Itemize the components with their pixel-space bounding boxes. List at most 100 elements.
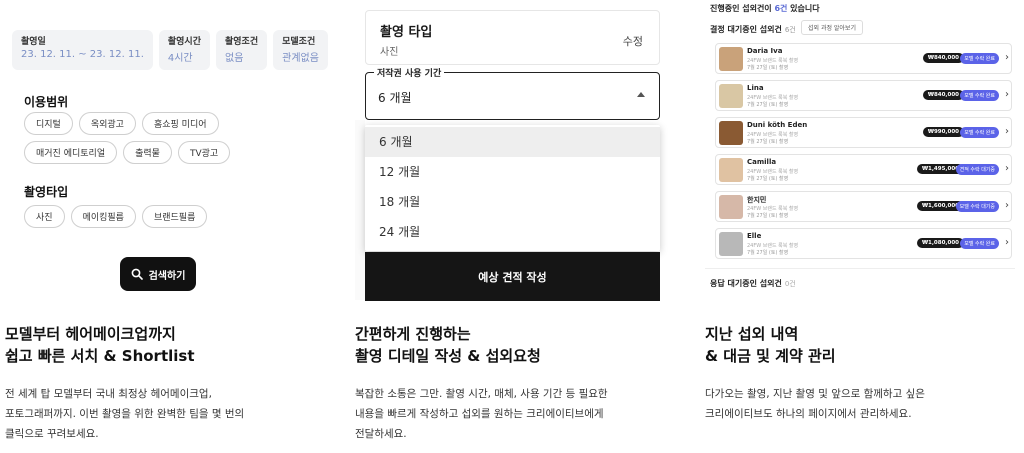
chevron-right-icon: › <box>1005 237 1009 248</box>
booking-card[interactable]: Daria Iva 24FW 브랜드 룩북 촬영 7월 27일 (토) 촬영 ₩… <box>715 43 1012 74</box>
shoot-date: 7월 27일 (토) 촬영 <box>747 213 789 219</box>
ongoing-count: 6건 <box>774 4 788 13</box>
caption-description: 다가오는 촬영, 지난 촬영 및 앞으로 함께하고 싶은 크리에이티브도 하나의… <box>705 384 925 424</box>
ongoing-header: 진행중인 섭외건이 6건 있습니다 <box>710 3 820 14</box>
booking-card[interactable]: Lina 24FW 브랜드 룩북 촬영 7월 27일 (토) 촬영 ₩840,0… <box>715 80 1012 111</box>
caret-up-icon <box>637 92 645 97</box>
type-chips: 사진 메이킹필름 브랜드필름 <box>24 205 314 228</box>
status-badge: 모델 수락 대기중 <box>955 201 999 212</box>
chip-usage[interactable]: 매거진 에디토리얼 <box>24 141 118 164</box>
model-name: Daria Iva <box>747 47 783 55</box>
chip-usage[interactable]: 디지털 <box>24 112 73 135</box>
caption-title-line: 간편하게 진행하는 <box>355 325 471 343</box>
chip-usage[interactable]: 출력물 <box>123 141 172 164</box>
chevron-right-icon: › <box>1005 163 1009 174</box>
project-desc: 24FW 브랜드 룩북 촬영 <box>747 243 799 249</box>
edit-link[interactable]: 수정 <box>623 33 643 49</box>
chip-type[interactable]: 사진 <box>24 205 65 228</box>
price-badge: ₩990,000 <box>922 127 964 137</box>
chip-type[interactable]: 브랜드필름 <box>141 205 208 228</box>
project-desc: 24FW 브랜드 룩북 촬영 <box>747 58 799 64</box>
model-name: 한지민 <box>747 196 767 204</box>
chevron-right-icon: › <box>1005 89 1009 100</box>
caption-title: 모델부터 헤어메이크업까지 쉽고 빠른 서치 & Shortlist <box>5 323 195 367</box>
model-name: Elle <box>747 232 762 240</box>
meta-shoot-condition: 촬영조건 없음 <box>216 30 268 70</box>
shoot-type-value: 사진 <box>380 47 399 58</box>
caption-title: 간편하게 진행하는 촬영 디테일 작성 & 섭외요청 <box>355 323 541 367</box>
caption-description: 전 세계 탑 모델부터 국내 최정상 헤어메이크업, 포토그래퍼까지. 이번 촬… <box>5 384 244 444</box>
meta-shoot-date: 촬영일 23. 12. 11. ~ 23. 12. 11. <box>12 30 153 70</box>
chip-usage[interactable]: TV광고 <box>177 141 231 164</box>
shoot-date: 7월 27일 (토) 촬영 <box>747 102 789 108</box>
search-button[interactable]: 검색하기 <box>120 257 196 291</box>
caption-desc-line: 클릭으로 꾸려보세요. <box>5 428 99 440</box>
status-badge: 모델 수락 완료 <box>960 53 999 64</box>
model-name: Camilla <box>747 158 777 166</box>
type-title: 촬영타입 <box>24 185 69 199</box>
copyright-period-dropdown: 6 개월 12 개월 18 개월 24 개월 <box>365 125 660 251</box>
caption-desc-line: 전 세계 탑 모델부터 국내 최정상 헤어메이크업, <box>5 388 212 400</box>
caption-title: 지난 섭외 내역 & 대금 및 계약 관리 <box>705 323 836 367</box>
avatar <box>719 47 743 71</box>
search-button-label: 검색하기 <box>148 270 186 282</box>
price-badge: ₩840,000 <box>922 53 964 63</box>
price-badge: ₩840,000 <box>922 90 964 100</box>
ongoing-header-post: 있습니다 <box>787 4 820 13</box>
dropdown-option[interactable]: 6 개월 <box>365 127 660 157</box>
pending-response-title: 응답 대기중인 섭외건 0건 <box>710 278 796 289</box>
process-guide-button[interactable]: 섭외 과정 알아보기 <box>801 20 863 35</box>
meta-label: 촬영시간 <box>167 37 201 47</box>
divider <box>705 268 1015 269</box>
pending-decision-title: 결정 대기중인 섭외건 6건 <box>710 24 796 35</box>
shoot-type-title: 촬영 타입 <box>380 25 433 40</box>
estimate-submit-label: 예상 견적 작성 <box>478 270 547 284</box>
meta-shoot-time: 촬영시간 4시간 <box>158 30 210 70</box>
pending-response-count: 0건 <box>784 280 796 288</box>
dropdown-option[interactable]: 24 개월 <box>365 217 660 247</box>
caption-description: 복잡한 소통은 그만. 촬영 시간, 매체, 사용 기간 등 필요한 내용을 빠… <box>355 384 608 444</box>
chip-usage[interactable]: 홈쇼핑 미디어 <box>141 112 219 135</box>
caption-title-line: & 대금 및 계약 관리 <box>705 347 836 365</box>
copyright-period-select[interactable]: 저작권 사용 기간 6 개월 <box>365 66 660 120</box>
shoot-summary: 촬영일 23. 12. 11. ~ 23. 12. 11. 촬영시간 4시간 촬… <box>12 30 328 70</box>
meta-value: 4시간 <box>167 53 193 64</box>
model-name: Lina <box>747 84 764 92</box>
status-badge: 모델 수락 완료 <box>960 238 999 249</box>
pending-decision-label: 결정 대기중인 섭외건 <box>710 25 782 34</box>
pending-response-label: 응답 대기중인 섭외건 <box>710 279 782 288</box>
search-icon <box>131 268 143 280</box>
avatar <box>719 195 743 219</box>
meta-label: 촬영조건 <box>225 37 259 47</box>
search-panel: 촬영일 23. 12. 11. ~ 23. 12. 11. 촬영시간 4시간 촬… <box>0 0 330 453</box>
avatar <box>719 84 743 108</box>
dropdown-option[interactable]: 12 개월 <box>365 157 660 187</box>
detail-panel: 촬영 타입 사진 수정 저작권 사용 기간 6 개월 6 개월 12 개월 18… <box>355 0 670 453</box>
chevron-right-icon: › <box>1005 200 1009 211</box>
booking-card[interactable]: 한지민 24FW 브랜드 룩북 촬영 7월 27일 (토) 촬영 ₩1,600,… <box>715 191 1012 222</box>
meta-value: 없음 <box>225 53 244 64</box>
chip-type[interactable]: 메이킹필름 <box>70 205 136 228</box>
project-desc: 24FW 브랜드 룩북 촬영 <box>747 206 799 212</box>
usage-title: 이용범위 <box>24 95 69 109</box>
background-strip <box>355 120 365 300</box>
shoot-date: 7월 27일 (토) 촬영 <box>747 250 789 256</box>
shoot-date: 7월 27일 (토) 촬영 <box>747 65 789 71</box>
price-badge: ₩1,080,000 <box>916 238 964 248</box>
booking-card[interactable]: Elle 24FW 브랜드 룩북 촬영 7월 27일 (토) 촬영 ₩1,080… <box>715 228 1012 259</box>
booking-card[interactable]: Camilla 24FW 브랜드 룩북 촬영 7월 27일 (토) 촬영 ₩1,… <box>715 154 1012 185</box>
booking-card[interactable]: Duni köth Eden 24FW 브랜드 룩북 촬영 7월 27일 (토)… <box>715 117 1012 148</box>
status-badge: 모델 수락 완료 <box>960 90 999 101</box>
caption-desc-line: 크리에이티브도 하나의 페이지에서 관리하세요. <box>705 408 912 420</box>
dropdown-option[interactable]: 18 개월 <box>365 187 660 217</box>
shoot-date: 7월 27일 (토) 촬영 <box>747 176 789 182</box>
project-desc: 24FW 브랜드 룩북 촬영 <box>747 169 799 175</box>
chip-usage[interactable]: 옥외광고 <box>78 112 136 135</box>
caption-title-line: 모델부터 헤어메이크업까지 <box>5 325 176 343</box>
estimate-submit-button[interactable]: 예상 견적 작성 <box>365 252 660 301</box>
avatar <box>719 121 743 145</box>
history-panel: 진행중인 섭외건이 6건 있습니다 결정 대기중인 섭외건 6건 섭외 과정 알아… <box>705 0 1024 453</box>
project-desc: 24FW 브랜드 룩북 촬영 <box>747 95 799 101</box>
caption-title-line: 촬영 디테일 작성 & 섭외요청 <box>355 347 541 365</box>
caption-desc-line: 복잡한 소통은 그만. 촬영 시간, 매체, 사용 기간 등 필요한 <box>355 388 608 400</box>
